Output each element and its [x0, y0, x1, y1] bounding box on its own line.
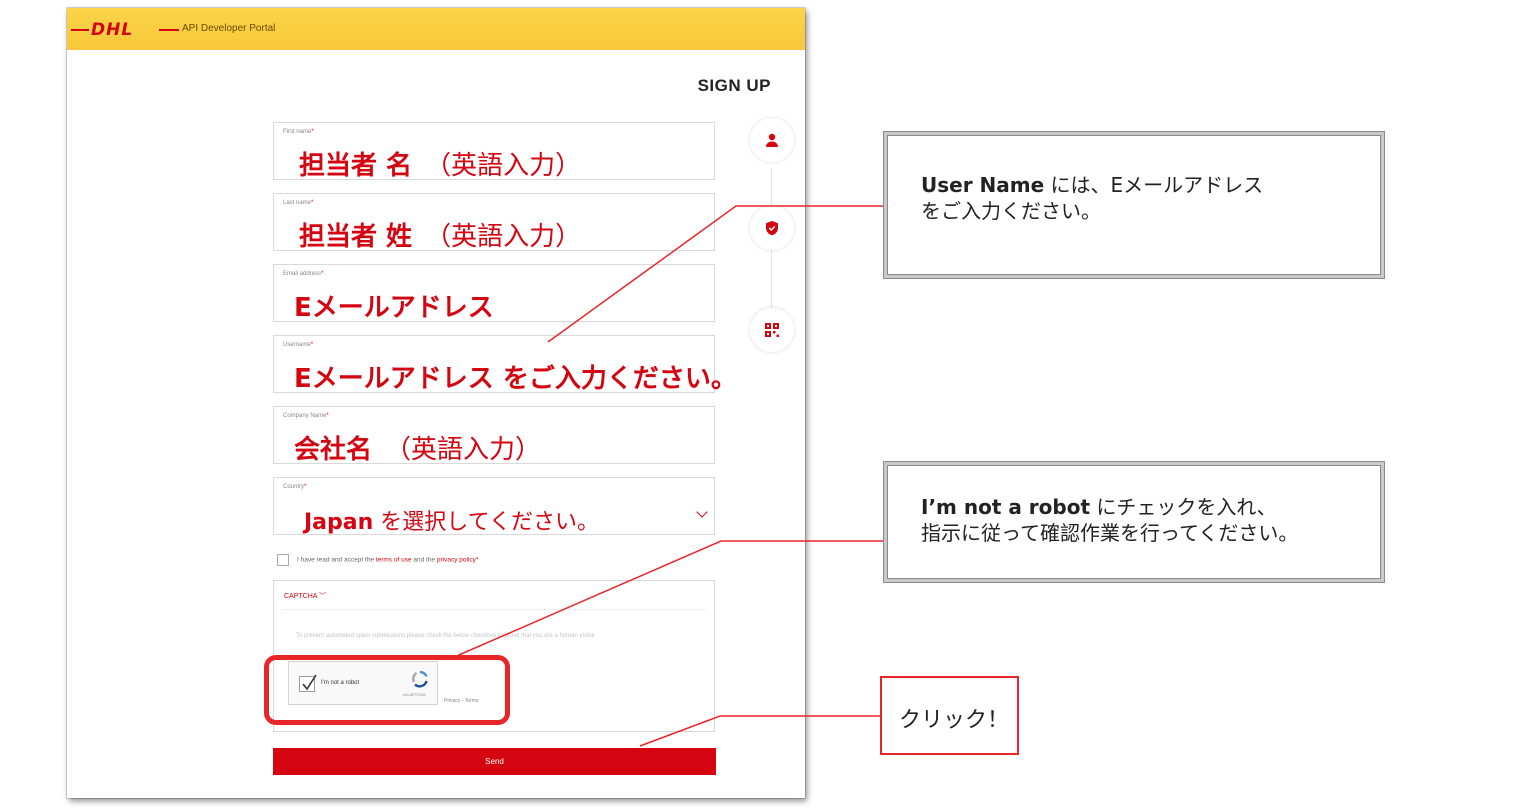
click-leader-line — [639, 715, 880, 747]
username-leader-line — [547, 205, 883, 343]
robot-leader-line — [451, 540, 883, 659]
callout-leader-lines — [451, 205, 883, 747]
